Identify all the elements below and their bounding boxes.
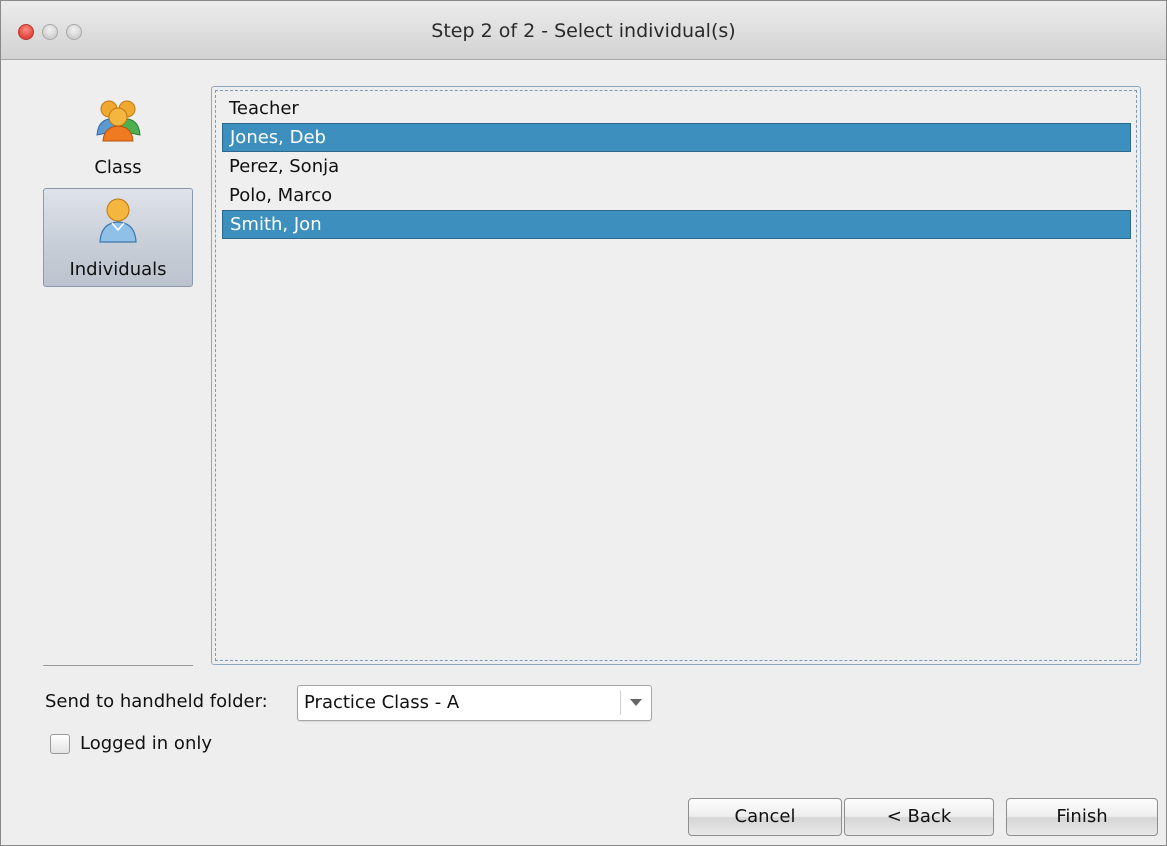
list-item-teacher[interactable]: Teacher — [222, 94, 1131, 123]
list-item-smith-jon[interactable]: Smith, Jon — [222, 210, 1131, 239]
individuals-list[interactable]: Teacher Jones, Deb Perez, Sonja Polo, Ma… — [211, 86, 1141, 665]
group-users-icon — [96, 100, 141, 142]
cancel-button[interactable]: Cancel — [688, 798, 842, 836]
sidebar-divider — [43, 665, 193, 666]
individuals-list-inner: Teacher Jones, Deb Perez, Sonja Polo, Ma… — [215, 90, 1137, 661]
list-item-polo-marco[interactable]: Polo, Marco — [222, 181, 1131, 210]
cancel-button-label: Cancel — [734, 806, 796, 827]
finish-button-label: Finish — [1056, 806, 1108, 827]
nav-item-individuals[interactable]: Individuals — [43, 188, 193, 287]
list-item-perez-sonja[interactable]: Perez, Sonja — [222, 152, 1131, 181]
single-user-icon — [99, 198, 137, 243]
title-bar: Step 2 of 2 - Select individual(s) — [1, 1, 1166, 60]
folder-select-value: Practice Class - A — [304, 692, 460, 713]
logged-in-only-label[interactable]: Logged in only — [80, 733, 212, 754]
dialog-content: Class Individuals Teacher Jones, Deb Per… — [1, 60, 1166, 845]
dialog-window: Step 2 of 2 - Select individual(s) Class… — [0, 0, 1167, 846]
nav-item-label: Individuals — [69, 259, 167, 280]
list-item-jones-deb[interactable]: Jones, Deb — [222, 123, 1131, 152]
back-button[interactable]: < Back — [844, 798, 994, 836]
logged-in-only-checkbox[interactable] — [50, 734, 70, 754]
nav-item-label: Class — [94, 157, 142, 178]
combo-divider — [620, 691, 621, 715]
back-button-label: < Back — [886, 806, 952, 827]
folder-select[interactable]: Practice Class - A — [297, 685, 652, 721]
chevron-down-icon[interactable] — [630, 699, 642, 706]
window-title: Step 2 of 2 - Select individual(s) — [431, 20, 736, 42]
folder-label: Send to handheld folder: — [45, 691, 268, 712]
nav-item-class[interactable]: Class — [43, 87, 193, 186]
finish-button[interactable]: Finish — [1006, 798, 1158, 836]
